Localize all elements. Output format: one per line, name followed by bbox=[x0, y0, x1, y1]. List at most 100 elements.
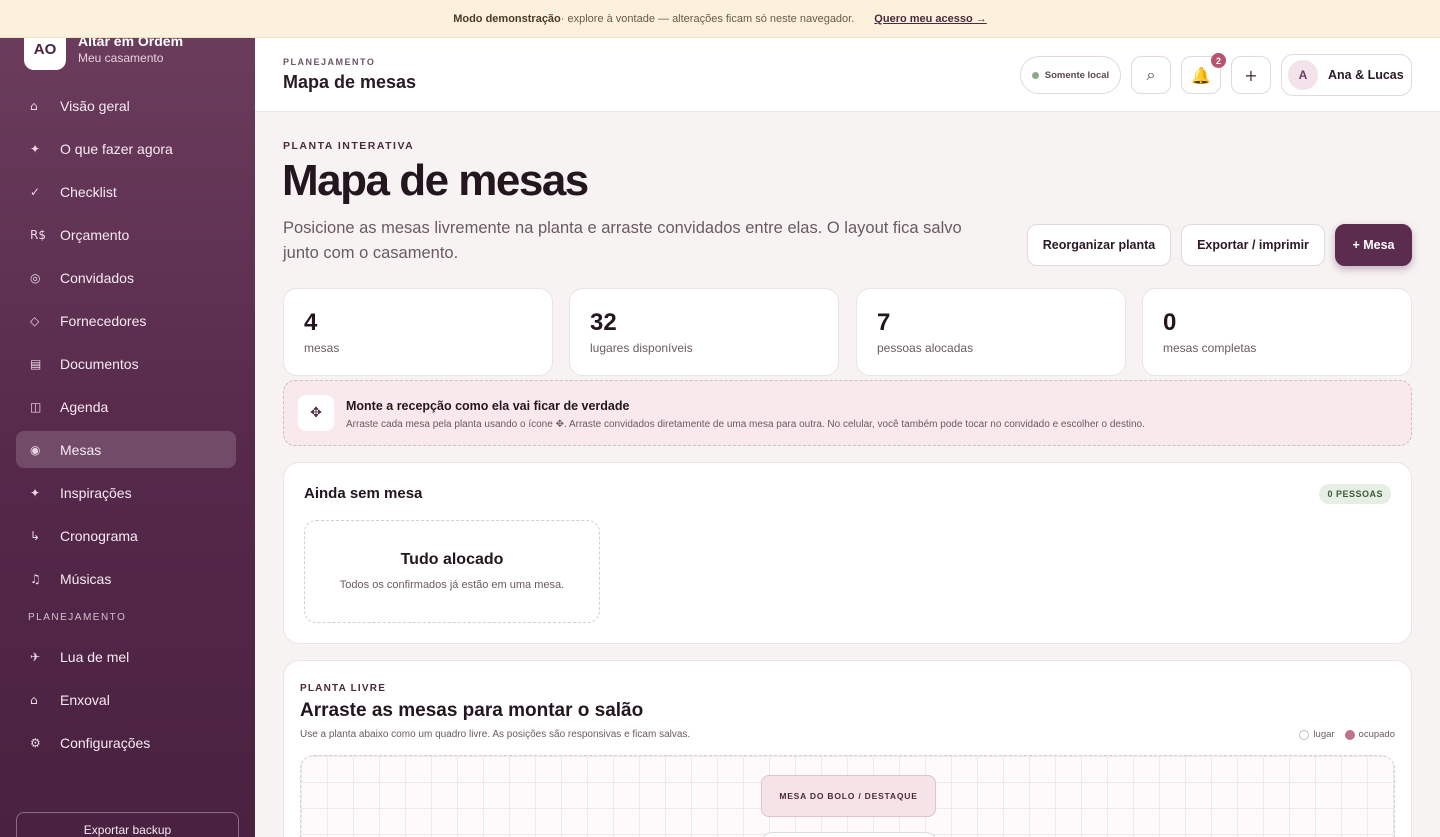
brand-logo: AO bbox=[24, 38, 66, 70]
page-title: Mapa de mesas bbox=[283, 72, 417, 92]
demo-banner-text: · explore à vontade — alterações ficam s… bbox=[560, 12, 855, 25]
sidebar-item-label: Enxoval bbox=[60, 691, 110, 708]
empty-state-text: Todos os confirmados já estão em uma mes… bbox=[339, 579, 565, 591]
sidebar-item-label: Fornecedores bbox=[60, 312, 147, 329]
taken-seat-icon bbox=[1344, 729, 1355, 740]
sidebar-item-agenda[interactable]: ◫ Agenda bbox=[16, 388, 236, 425]
sidebar-item-musicas[interactable]: ♫ Músicas bbox=[16, 560, 236, 597]
stat-card-complete: 0 mesas completas bbox=[1142, 288, 1412, 376]
plan-description: Use a planta abaixo como um quadro livre… bbox=[300, 729, 691, 740]
sidebar-item-cronograma[interactable]: ↳ Cronograma bbox=[16, 517, 236, 554]
sidebar-item-label: Orçamento bbox=[60, 226, 130, 243]
diamond-icon: ◇ bbox=[30, 313, 40, 328]
sidebar-item-label: Inspirações bbox=[60, 484, 132, 501]
sidebar-item-label: Convidados bbox=[60, 269, 134, 286]
tip-banner: ✥ Monte a recepção como ela vai ficar de… bbox=[283, 380, 1412, 446]
check-icon: ✓ bbox=[30, 184, 41, 199]
request-access-link[interactable]: Quero meu acesso → bbox=[874, 13, 987, 25]
sidebar-item-label: Visão geral bbox=[60, 97, 130, 114]
brand-subtitle: Meu casamento bbox=[78, 51, 164, 65]
empty-state: Tudo alocado Todos os confirmados já est… bbox=[304, 520, 600, 623]
sidebar-item-fornecedores[interactable]: ◇ Fornecedores bbox=[16, 302, 236, 339]
sidebar-item-visao-geral[interactable]: ⌂ Visão geral bbox=[16, 87, 236, 124]
main-content: PLANTA INTERATIVA Mapa de mesas Posicion… bbox=[255, 112, 1440, 837]
sparkle-icon: ✦ bbox=[30, 485, 41, 500]
sparkle-icon: ✦ bbox=[30, 141, 41, 156]
table-card[interactable] bbox=[759, 832, 939, 837]
sidebar-item-o-que-fazer[interactable]: ✦ O que fazer agora bbox=[16, 130, 236, 167]
sidebar-item-inspiracoes[interactable]: ✦ Inspirações bbox=[16, 474, 236, 511]
sidebar-nav: ⌂ Visão geral ✦ O que fazer agora ✓ Checkli… bbox=[16, 87, 236, 767]
seat-legend: lugar ocupado bbox=[1299, 729, 1395, 740]
stat-label: mesas completas bbox=[1163, 341, 1257, 355]
floor-plan-canvas[interactable]: MESA DO BOLO / DESTAQUE bbox=[300, 755, 1395, 837]
unseated-guests-card: Ainda sem mesa 0 PESSOAS Tudo alocado To… bbox=[283, 462, 1412, 644]
free-seat-icon bbox=[1299, 729, 1310, 740]
hero-title: Mapa de mesas bbox=[282, 156, 589, 205]
search-icon: ⌕ bbox=[1146, 65, 1156, 84]
plane-icon: ✈ bbox=[30, 649, 41, 664]
storage-status-badge: Somente local bbox=[1020, 56, 1121, 94]
stat-label: lugares disponíveis bbox=[590, 341, 693, 355]
sidebar-item-lua-de-mel[interactable]: ✈ Lua de mel bbox=[16, 638, 236, 675]
notifications-button[interactable]: 🔔 2 bbox=[1181, 53, 1226, 94]
stat-value: 7 bbox=[877, 309, 891, 336]
user-menu-button[interactable]: A Ana & Lucas bbox=[1281, 54, 1412, 96]
stat-value: 4 bbox=[304, 309, 318, 336]
sidebar-section-label: PLANEJAMENTO bbox=[28, 612, 127, 623]
sidebar-item-convidados[interactable]: ◎ Convidados bbox=[16, 259, 236, 296]
home-icon: ⌂ bbox=[30, 98, 38, 113]
sidebar: AO Altar em Ordem Meu casamento ⌂ Visão g… bbox=[0, 38, 255, 837]
table-icon: ◉ bbox=[30, 442, 41, 457]
sidebar-item-label: Músicas bbox=[60, 570, 112, 587]
search-button[interactable]: ⌕ bbox=[1131, 56, 1171, 94]
hero-eyebrow: PLANTA INTERATIVA bbox=[283, 140, 415, 152]
quick-add-button[interactable]: + bbox=[1231, 56, 1271, 94]
add-table-button[interactable]: + Mesa bbox=[1335, 224, 1412, 266]
sidebar-item-configuracoes[interactable]: ⚙ Configurações bbox=[16, 724, 236, 761]
legend-free-label: lugar bbox=[1313, 729, 1335, 740]
user-name: Ana & Lucas bbox=[1328, 68, 1404, 82]
export-print-button[interactable]: Exportar / imprimir bbox=[1181, 224, 1325, 266]
export-backup-button[interactable]: Exportar backup bbox=[16, 812, 239, 837]
unseated-title: Ainda sem mesa bbox=[304, 485, 423, 502]
sidebar-item-label: O que fazer agora bbox=[60, 140, 173, 157]
sidebar-item-label: Documentos bbox=[60, 355, 139, 372]
music-icon: ♫ bbox=[30, 571, 41, 586]
status-dot-icon bbox=[1031, 71, 1039, 79]
stat-value: 32 bbox=[590, 309, 617, 336]
stat-card-seats: 32 lugares disponíveis bbox=[569, 288, 839, 376]
bell-icon: 🔔 bbox=[1191, 65, 1211, 85]
plus-icon: + bbox=[1244, 65, 1258, 85]
unseated-count-badge: 0 PESSOAS bbox=[1319, 484, 1391, 504]
sidebar-item-label: Mesas bbox=[60, 441, 102, 458]
sidebar-item-label: Checklist bbox=[60, 183, 117, 200]
plan-title: Arraste as mesas para montar o salão bbox=[300, 700, 644, 721]
brand[interactable]: AO Altar em Ordem Meu casamento bbox=[24, 38, 183, 70]
sidebar-item-label: Lua de mel bbox=[60, 648, 130, 665]
calendar-icon: ◫ bbox=[30, 399, 42, 414]
document-icon: ▤ bbox=[30, 356, 42, 371]
sidebar-item-documentos[interactable]: ▤ Documentos bbox=[16, 345, 236, 382]
topbar: PLANEJAMENTO Mapa de mesas Somente local… bbox=[255, 38, 1440, 112]
reorganize-plan-button[interactable]: Reorganizar planta bbox=[1027, 224, 1171, 266]
gear-icon: ⚙ bbox=[30, 735, 41, 750]
sidebar-item-mesas[interactable]: ◉ Mesas bbox=[16, 431, 236, 468]
notifications-count-badge: 2 bbox=[1211, 53, 1226, 68]
home-icon: ⌂ bbox=[30, 692, 38, 707]
sidebar-item-orcamento[interactable]: R$ Orçamento bbox=[16, 216, 236, 253]
stat-value: 0 bbox=[1163, 309, 1177, 336]
hero-description: Posicione as mesas livremente na planta … bbox=[283, 219, 962, 262]
empty-state-title: Tudo alocado bbox=[400, 551, 504, 568]
sidebar-item-checklist[interactable]: ✓ Checklist bbox=[16, 173, 236, 210]
sidebar-item-enxoval[interactable]: ⌂ Enxoval bbox=[16, 681, 236, 718]
cake-table[interactable]: MESA DO BOLO / DESTAQUE bbox=[761, 775, 936, 817]
sidebar-item-label: Configurações bbox=[60, 734, 151, 751]
storage-status-label: Somente local bbox=[1044, 69, 1110, 81]
currency-icon: R$ bbox=[30, 227, 46, 242]
demo-banner-title: Modo demonstração bbox=[453, 12, 561, 25]
breadcrumb: PLANEJAMENTO bbox=[283, 57, 376, 67]
stat-card-allocated: 7 pessoas alocadas bbox=[856, 288, 1126, 376]
guests-icon: ◎ bbox=[30, 270, 41, 285]
tip-text: Arraste cada mesa pela planta usando o í… bbox=[346, 419, 1145, 430]
